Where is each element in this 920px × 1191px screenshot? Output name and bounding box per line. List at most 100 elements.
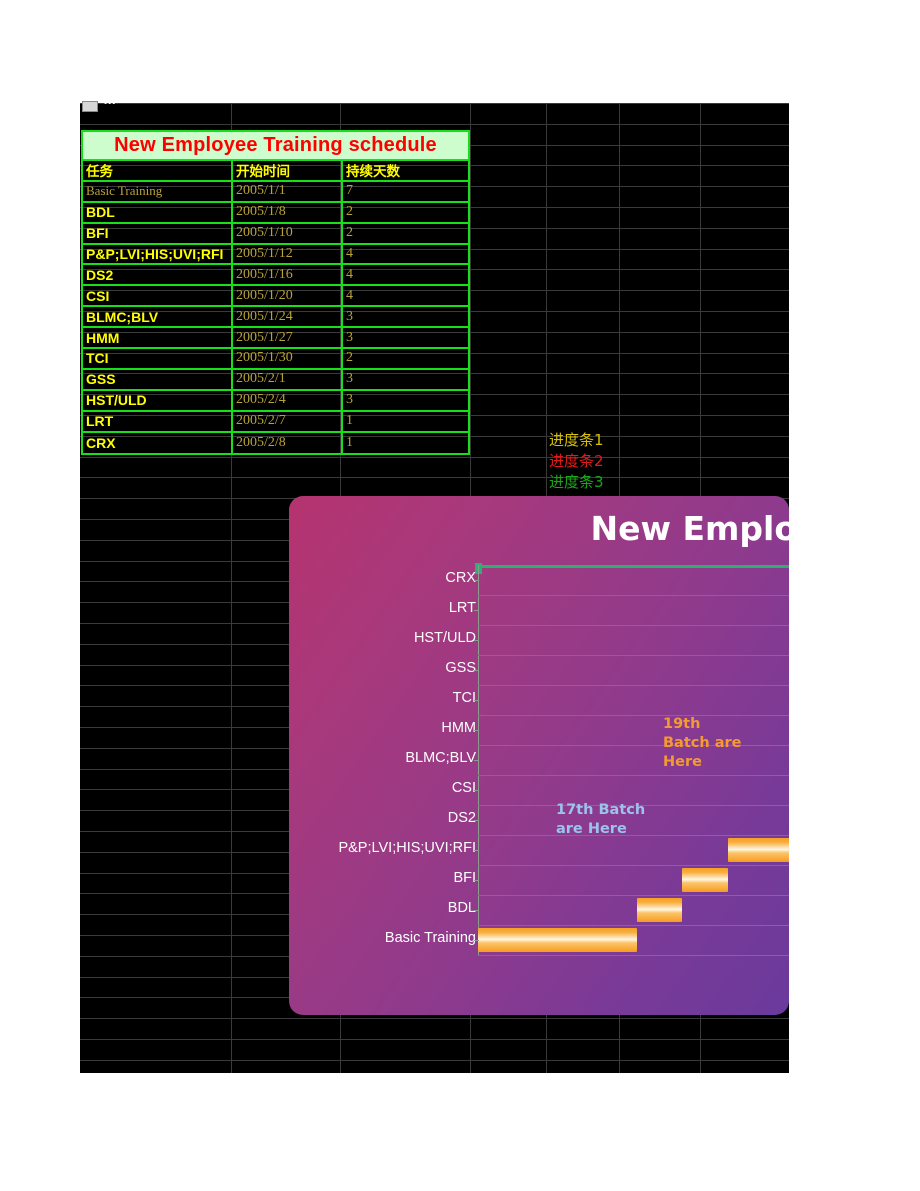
chart-y-tick xyxy=(474,820,479,821)
cell-task: CSI xyxy=(83,286,233,306)
chart-y-label: HMM xyxy=(441,720,476,736)
sheet-corner-handle[interactable] xyxy=(82,101,98,112)
chart-title: New Emplo xyxy=(590,509,789,548)
chart-gridline xyxy=(478,745,789,746)
cell-start: 2005/2/4 xyxy=(233,390,343,410)
cell-start: 2005/1/8 xyxy=(233,202,343,222)
cell-duration: 2 xyxy=(346,204,353,220)
sheet-corner-dots: ••• xyxy=(104,100,117,107)
table-row[interactable]: CSI 2005/1/20 4 xyxy=(83,286,468,308)
chart-y-label: BDL xyxy=(447,900,476,916)
table-row[interactable]: HMM 2005/1/27 3 xyxy=(83,328,468,350)
table-row[interactable]: BLMC;BLV 2005/1/24 3 xyxy=(83,307,468,329)
table-row[interactable]: CRX 2005/2/8 1 xyxy=(83,432,468,454)
chart-y-tick xyxy=(474,730,479,731)
chart-y-label: HST/ULD xyxy=(413,630,476,646)
chart-gridline xyxy=(478,925,789,926)
cell-start: 2005/2/7 xyxy=(233,411,343,431)
cell-start: 2005/1/12 xyxy=(233,244,343,264)
cell-duration: 4 xyxy=(346,266,353,282)
cell-duration: 4 xyxy=(346,246,353,261)
chart-plot-area[interactable]: Basic Training BDL BFI P&P;LVI;HIS;UVI;RFI D… xyxy=(338,563,789,956)
chart-y-label: CSI xyxy=(451,780,476,796)
cell-start: 2005/1/16 xyxy=(233,265,343,285)
chart-gridline xyxy=(478,715,789,716)
table-row[interactable]: GSS 2005/2/1 3 xyxy=(83,369,468,391)
gantt-bar[interactable] xyxy=(682,868,728,892)
chart-top-axis xyxy=(478,565,789,568)
cell-start: 2005/1/27 xyxy=(233,328,343,348)
chart-gridline xyxy=(478,655,789,656)
grid-row-line xyxy=(80,124,789,125)
cell-start: 2005/2/1 xyxy=(233,369,343,389)
header-task: 任务 xyxy=(83,161,233,180)
cell-task: HMM xyxy=(83,328,233,348)
table-row[interactable]: DS2 2005/1/16 4 xyxy=(83,265,468,287)
table-row[interactable]: HST/ULD 2005/2/4 3 xyxy=(83,390,468,412)
header-start: 开始时间 xyxy=(233,161,343,180)
cell-task: BFI xyxy=(83,223,233,243)
cell-duration: 2 xyxy=(346,350,353,366)
table-row[interactable]: BFI 2005/1/10 2 xyxy=(83,223,468,245)
grid-row-line xyxy=(80,103,789,104)
chart-y-tick xyxy=(474,760,479,761)
cell-task: GSS xyxy=(83,369,233,389)
chart-y-label: P&P;LVI;HIS;UVI;RFI xyxy=(338,840,476,856)
grid-row-line xyxy=(80,477,789,478)
training-schedule-table[interactable]: New Employee Training schedule 任务 开始时间 持… xyxy=(81,130,470,456)
grid-row-line xyxy=(80,1060,789,1061)
cell-duration: 7 xyxy=(346,183,353,199)
chart-y-tick xyxy=(474,880,479,881)
legend-item-2: 进度条2 xyxy=(549,451,604,470)
chart-y-tick xyxy=(474,850,479,851)
chart-gridline xyxy=(478,955,789,956)
gantt-bar[interactable] xyxy=(478,928,637,952)
chart-y-label: LRT xyxy=(448,600,476,616)
cell-duration: 3 xyxy=(346,371,353,387)
legend-item-1: 进度条1 xyxy=(549,431,604,449)
cell-task: P&P;LVI;HIS;UVI;RFI xyxy=(83,244,233,264)
chart-gridline xyxy=(478,685,789,686)
chart-gridline xyxy=(478,895,789,896)
chart-y-tick xyxy=(474,640,479,641)
cell-task: LRT xyxy=(83,411,233,431)
chart-y-label: TCI xyxy=(452,690,476,706)
chart-y-label: Basic Training xyxy=(384,930,476,946)
annotation-17th-batch: 17th Batch are Here xyxy=(556,802,646,837)
gantt-chart[interactable]: New Emplo Basic Training BDL BFI P&P;LVI;HI… xyxy=(289,496,789,1015)
table-row[interactable]: LRT 2005/2/7 1 xyxy=(83,411,468,433)
chart-y-tick xyxy=(474,580,479,581)
cell-duration: 4 xyxy=(346,287,353,303)
gantt-bar[interactable] xyxy=(636,898,683,922)
gantt-bar[interactable] xyxy=(727,838,789,862)
cell-start: 2005/1/30 xyxy=(233,349,343,368)
cell-start: 2005/1/10 xyxy=(233,223,343,243)
chart-y-label: BFI xyxy=(453,870,476,886)
grid-row-line xyxy=(80,1039,789,1040)
grid-row-line xyxy=(80,1018,789,1019)
cell-duration: 3 xyxy=(346,329,353,345)
chart-y-label: DS2 xyxy=(447,810,476,826)
header-duration: 持续天数 xyxy=(346,164,400,180)
grid-row-line xyxy=(80,457,789,458)
cell-task: DS2 xyxy=(83,265,233,285)
cell-start: 2005/2/8 xyxy=(233,432,343,454)
cell-duration: 3 xyxy=(346,392,353,408)
cell-start: 2005/1/1 xyxy=(233,181,343,201)
table-row[interactable]: Basic Training 2005/1/1 7 xyxy=(83,181,468,203)
chart-y-label: GSS xyxy=(445,660,476,676)
table-row[interactable]: BDL 2005/1/8 2 xyxy=(83,202,468,224)
chart-y-label: CRX xyxy=(445,570,476,586)
chart-y-tick xyxy=(474,700,479,701)
chart-y-tick xyxy=(474,910,479,911)
chart-y-label: BLMC;BLV xyxy=(405,750,476,766)
cell-start: 2005/1/20 xyxy=(233,286,343,306)
chart-y-tick xyxy=(474,790,479,791)
cell-task: BLMC;BLV xyxy=(83,307,233,327)
chart-gridline xyxy=(478,595,789,596)
legend-item-3: 进度条3 xyxy=(549,472,604,491)
chart-y-tick xyxy=(474,940,479,941)
table-row[interactable]: P&P;LVI;HIS;UVI;RFI 2005/1/12 4 xyxy=(83,244,468,266)
table-row[interactable]: TCI 2005/1/30 2 xyxy=(83,349,468,370)
cell-duration: 1 xyxy=(346,413,353,429)
